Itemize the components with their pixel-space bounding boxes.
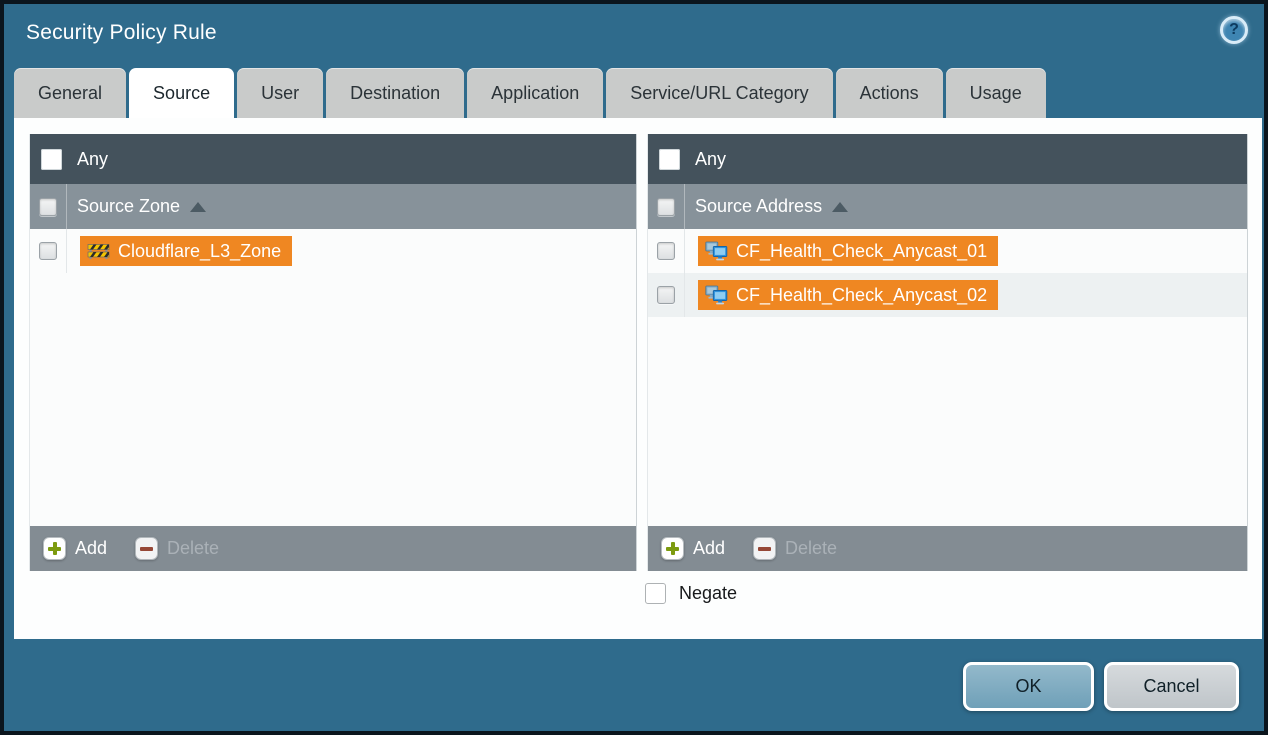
source-zone-any-checkbox[interactable] xyxy=(41,149,62,170)
source-zone-column-title: Source Zone xyxy=(77,196,180,217)
add-icon xyxy=(43,537,66,560)
tab-actions[interactable]: Actions xyxy=(836,68,943,118)
tab-user[interactable]: User xyxy=(237,68,323,118)
tab-bar: General Source User Destination Applicat… xyxy=(14,68,1046,118)
table-row[interactable]: Cloudflare_L3_Zone xyxy=(30,229,636,273)
source-tab-content: Any Source Zone xyxy=(14,118,1262,639)
source-address-list: CF_Health_Check_Anycast_01 xyxy=(648,229,1247,526)
source-address-toolbar: Add Delete xyxy=(648,526,1247,571)
table-row[interactable]: CF_Health_Check_Anycast_01 xyxy=(648,229,1247,273)
source-zone-panel: Any Source Zone xyxy=(29,134,637,571)
source-zone-any-label: Any xyxy=(77,149,108,170)
tab-source[interactable]: Source xyxy=(129,68,234,118)
add-zone-button[interactable]: Add xyxy=(43,537,107,560)
address-name: CF_Health_Check_Anycast_01 xyxy=(736,241,987,262)
source-address-panel: Any Source Address xyxy=(647,134,1248,571)
tab-application[interactable]: Application xyxy=(467,68,603,118)
row-checkbox[interactable] xyxy=(657,242,675,260)
row-checkbox[interactable] xyxy=(657,286,675,304)
tab-service-url-category[interactable]: Service/URL Category xyxy=(606,68,832,118)
source-zone-selectall-checkbox[interactable] xyxy=(39,198,57,216)
source-address-selectall-checkbox[interactable] xyxy=(657,198,675,216)
address-icon xyxy=(705,241,728,261)
title-bar: Security Policy Rule ? xyxy=(4,4,1264,66)
source-zone-chip[interactable]: Cloudflare_L3_Zone xyxy=(80,236,292,266)
tab-destination[interactable]: Destination xyxy=(326,68,464,118)
help-icon[interactable]: ? xyxy=(1220,16,1248,44)
row-checkbox[interactable] xyxy=(39,242,57,260)
source-address-chip[interactable]: CF_Health_Check_Anycast_01 xyxy=(698,236,998,266)
source-zone-toolbar: Add Delete xyxy=(30,526,636,571)
add-address-button[interactable]: Add xyxy=(661,537,725,560)
tab-usage[interactable]: Usage xyxy=(946,68,1046,118)
delete-address-button[interactable]: Delete xyxy=(753,537,837,560)
zone-name: Cloudflare_L3_Zone xyxy=(118,241,281,262)
ok-button[interactable]: OK xyxy=(963,662,1094,711)
source-zone-any-header: Any xyxy=(30,134,636,184)
security-policy-rule-dialog: Security Policy Rule ? General Source Us… xyxy=(0,0,1268,735)
address-name: CF_Health_Check_Anycast_02 xyxy=(736,285,987,306)
source-address-column-title: Source Address xyxy=(695,196,822,217)
add-icon xyxy=(661,537,684,560)
delete-zone-button[interactable]: Delete xyxy=(135,537,219,560)
cancel-button[interactable]: Cancel xyxy=(1104,662,1239,711)
negate-row: Negate xyxy=(645,583,737,604)
source-address-any-header: Any xyxy=(648,134,1247,184)
delete-icon xyxy=(135,537,158,560)
address-icon xyxy=(705,285,728,305)
zone-icon xyxy=(87,242,110,260)
source-zone-list: Cloudflare_L3_Zone xyxy=(30,229,636,526)
delete-icon xyxy=(753,537,776,560)
source-address-any-checkbox[interactable] xyxy=(659,149,680,170)
source-address-any-label: Any xyxy=(695,149,726,170)
page-title: Security Policy Rule xyxy=(26,21,217,45)
tab-general[interactable]: General xyxy=(14,68,126,118)
source-address-column-header[interactable]: Source Address xyxy=(648,184,1247,229)
sort-asc-icon xyxy=(832,202,848,212)
source-address-chip[interactable]: CF_Health_Check_Anycast_02 xyxy=(698,280,998,310)
table-row[interactable]: CF_Health_Check_Anycast_02 xyxy=(648,273,1247,317)
negate-label: Negate xyxy=(679,583,737,604)
sort-asc-icon xyxy=(190,202,206,212)
source-zone-column-header[interactable]: Source Zone xyxy=(30,184,636,229)
negate-checkbox[interactable] xyxy=(645,583,666,604)
